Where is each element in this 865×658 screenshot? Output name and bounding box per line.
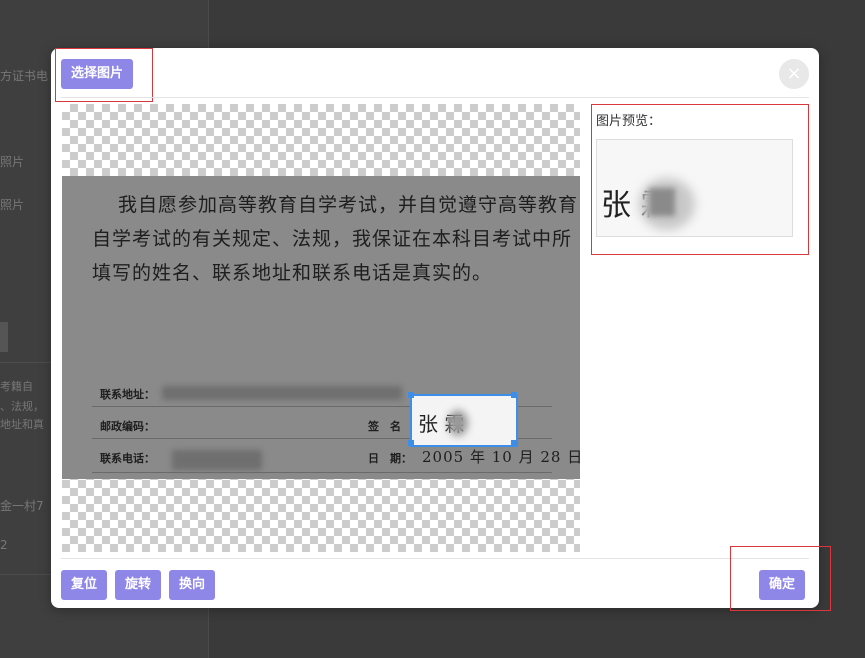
- document-line: 填写的姓名、联系地址和联系电话是真实的。: [92, 262, 493, 284]
- date-label: 日 期：: [368, 452, 412, 465]
- preview-label: 图片预览：: [596, 114, 662, 129]
- background-text: 2: [0, 538, 8, 552]
- resize-handle[interactable]: [511, 392, 517, 398]
- date-value: 2005 年 10 月 28 日: [422, 448, 580, 466]
- background-text: 地址和真: [0, 418, 44, 431]
- document-line: 我自愿参加高等教育自学考试，并自觉遵守高等教育: [118, 194, 579, 216]
- redacted-signature: [448, 410, 468, 436]
- resize-handle[interactable]: [511, 440, 517, 446]
- rotate-button[interactable]: 旋转: [115, 570, 162, 600]
- confirm-button[interactable]: 确定: [759, 570, 806, 600]
- footer-divider: [61, 558, 809, 559]
- resize-handle[interactable]: [408, 440, 414, 446]
- background-text: 照片: [0, 198, 25, 212]
- crop-area[interactable]: 我自愿参加高等教育自学考试，并自觉遵守高等教育 自学考试的有关规定、法规，我保证…: [62, 104, 580, 552]
- flip-button[interactable]: 换向: [169, 570, 216, 600]
- preview-image: 张 霖: [596, 139, 793, 237]
- redacted-address: [162, 386, 402, 400]
- background-text: 照片: [0, 155, 25, 169]
- header-divider: [61, 97, 809, 98]
- postal-code-label: 邮政编码：: [100, 420, 155, 433]
- background-button: [0, 322, 8, 352]
- reset-button[interactable]: 复位: [61, 570, 108, 600]
- close-icon[interactable]: ×: [779, 59, 809, 89]
- background-text: 、法规，: [0, 400, 44, 413]
- form-line: [92, 472, 552, 473]
- redacted-signature: [649, 188, 675, 216]
- contact-address-label: 联系地址：: [100, 388, 155, 401]
- resize-handle[interactable]: [408, 392, 414, 398]
- crop-selection-box[interactable]: 张 霖: [408, 392, 518, 447]
- image-crop-dialog: 选择图片 × 我自愿参加高等教育自学考试，并自觉遵守高等教育 自学考试的有关规定…: [51, 48, 831, 611]
- contact-phone-label: 联系电话：: [100, 452, 155, 465]
- background-text: 金一村7: [0, 499, 44, 513]
- signature-label: 签 名: [368, 420, 401, 433]
- document-line: 自学考试的有关规定、法规，我保证在本科目考试中所: [92, 228, 573, 250]
- background-text: 考籍自: [0, 380, 33, 393]
- redacted-phone: [172, 450, 262, 470]
- select-image-button[interactable]: 选择图片: [61, 59, 134, 89]
- background-text: 方证书电: [0, 69, 49, 83]
